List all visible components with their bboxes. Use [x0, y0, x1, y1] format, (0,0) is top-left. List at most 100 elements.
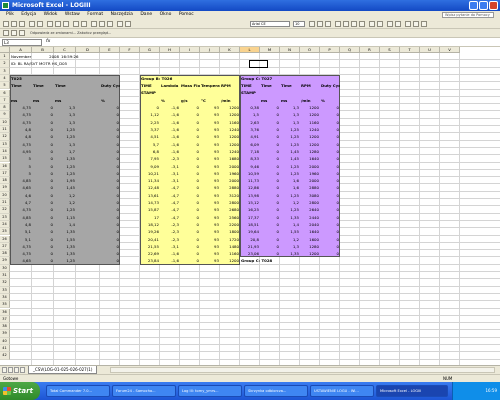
group-b-label[interactable]: Group B: T026	[141, 75, 180, 82]
data-cell[interactable]: 0	[101, 221, 120, 228]
data-cell[interactable]: 4,65	[11, 257, 32, 264]
sum-icon[interactable]	[91, 21, 97, 27]
data-cell[interactable]: 0	[181, 228, 200, 235]
data-cell[interactable]: 1800	[221, 228, 240, 235]
column-title[interactable]: Lambda	[161, 82, 180, 89]
data-cell[interactable]: 6,8	[141, 148, 160, 155]
data-cell[interactable]: 1,4	[281, 221, 300, 228]
data-cell[interactable]: 3120	[221, 192, 240, 199]
data-cell[interactable]: 0	[33, 163, 54, 170]
column-header-u[interactable]: U	[420, 47, 440, 53]
data-cell[interactable]: -3,1	[161, 170, 180, 177]
data-cell[interactable]: 21,93	[241, 243, 260, 250]
align-center-icon[interactable]	[343, 21, 349, 27]
data-cell[interactable]: 0	[33, 192, 54, 199]
data-cell[interactable]: 1,3	[55, 119, 76, 126]
horizontal-scrollbar[interactable]	[110, 367, 495, 373]
data-cell[interactable]: 0	[261, 170, 280, 177]
copy-icon[interactable]	[55, 21, 61, 27]
data-cell[interactable]: 0	[261, 214, 280, 221]
reviewing-links[interactable]: Odpowiedz ze zmianami... Zakończ przeglą…	[30, 29, 111, 38]
data-cell[interactable]: 0	[181, 119, 200, 126]
data-cell[interactable]: 0	[321, 155, 340, 162]
data-cell[interactable]: 0	[321, 214, 340, 221]
data-cell[interactable]: 2000	[301, 163, 320, 170]
data-cell[interactable]: 0	[33, 184, 54, 191]
data-cell[interactable]: 4,8	[11, 126, 32, 133]
data-cell[interactable]: -4,7	[161, 199, 180, 206]
data-cell[interactable]: 0	[181, 184, 200, 191]
data-cell[interactable]: 0	[321, 126, 340, 133]
column-header-i[interactable]: I	[180, 47, 200, 53]
data-cell[interactable]: 1,95	[55, 177, 76, 184]
sort-icon[interactable]	[99, 21, 105, 27]
data-cell[interactable]: 0	[33, 199, 54, 206]
column-title[interactable]: Time	[281, 82, 300, 89]
data-cell[interactable]: 1960	[221, 170, 240, 177]
data-cell[interactable]: 1,25	[55, 206, 76, 213]
data-cell[interactable]: 19,26	[141, 228, 160, 235]
data-cell[interactable]: 0	[181, 155, 200, 162]
data-cell[interactable]: 93	[201, 170, 220, 177]
data-cell[interactable]: 4,75	[11, 206, 32, 213]
row-header[interactable]: 26	[0, 235, 10, 243]
column-title[interactable]: Time	[11, 82, 32, 89]
group-c-label[interactable]: Group C: T027	[241, 75, 280, 82]
data-cell[interactable]: 1,35	[55, 228, 76, 235]
data-cell[interactable]: 1,25	[281, 141, 300, 148]
column-title[interactable]: TIME STAMP	[241, 82, 260, 97]
row-header[interactable]: 7	[0, 96, 10, 105]
data-cell[interactable]: 1,35	[55, 243, 76, 250]
data-cell[interactable]: 0	[321, 221, 340, 228]
row-header[interactable]: 22	[0, 206, 10, 214]
data-cell[interactable]: 0	[261, 221, 280, 228]
first-sheet-icon[interactable]	[2, 367, 7, 373]
column-title[interactable]: TIME STAMP	[141, 82, 160, 97]
data-cell[interactable]: 0	[181, 177, 200, 184]
data-cell[interactable]: -3,1	[161, 243, 180, 250]
data-cell[interactable]: -1,6	[161, 119, 180, 126]
data-cell[interactable]: 5,1	[11, 236, 32, 243]
show-comments-icon[interactable]	[19, 30, 25, 36]
data-cell[interactable]: 0	[261, 141, 280, 148]
minimize-button[interactable]	[469, 1, 478, 10]
menu-item-format[interactable]: Format	[87, 11, 103, 19]
data-cell[interactable]: 1,25	[55, 126, 76, 133]
data-cell[interactable]: 12,48	[141, 184, 160, 191]
data-cell[interactable]: -2,3	[161, 155, 180, 162]
data-cell[interactable]: 22,69	[141, 250, 160, 257]
data-cell[interactable]: 0	[33, 133, 54, 140]
column-title[interactable]: Duty Cycle	[101, 82, 120, 89]
row-header[interactable]: 28	[0, 250, 10, 258]
data-cell[interactable]: 12,86	[241, 184, 260, 191]
data-cell[interactable]: 0	[261, 155, 280, 162]
data-cell[interactable]: 2880	[221, 184, 240, 191]
column-header-p[interactable]: P	[320, 47, 340, 53]
data-cell[interactable]: 8,33	[241, 155, 260, 162]
data-cell[interactable]: 2,25	[141, 119, 160, 126]
data-cell[interactable]: 0	[101, 133, 120, 140]
data-cell[interactable]: 1200	[301, 250, 320, 257]
data-cell[interactable]: 0	[321, 119, 340, 126]
data-cell[interactable]: 1,55	[281, 228, 300, 235]
data-cell[interactable]: 4,8	[11, 133, 32, 140]
data-cell[interactable]: 1,4	[55, 221, 76, 228]
row-header[interactable]: 13	[0, 140, 10, 148]
font-color-icon[interactable]	[421, 21, 427, 27]
data-cell[interactable]: 1240	[221, 126, 240, 133]
group-a-label[interactable]: T025	[11, 75, 54, 82]
row-header[interactable]: 24	[0, 220, 10, 229]
data-cell[interactable]: -2,3	[161, 228, 180, 235]
row-header[interactable]: 27	[0, 242, 10, 251]
data-cell[interactable]: -1,6	[161, 257, 180, 264]
data-cell[interactable]: 0	[321, 228, 340, 235]
column-header-g[interactable]: G	[140, 47, 160, 53]
id-cell[interactable]: ID: BL RA/SVT MOTR HS_D05	[11, 60, 111, 67]
data-cell[interactable]: 0	[101, 111, 120, 118]
taskbar-item[interactable]: Log III: tomy_ymrs...	[178, 385, 242, 397]
data-cell[interactable]: 0	[33, 126, 54, 133]
data-cell[interactable]: 1640	[301, 155, 320, 162]
row-header[interactable]: 5	[0, 82, 10, 90]
data-cell[interactable]: 93	[201, 155, 220, 162]
data-cell[interactable]: 0	[33, 243, 54, 250]
